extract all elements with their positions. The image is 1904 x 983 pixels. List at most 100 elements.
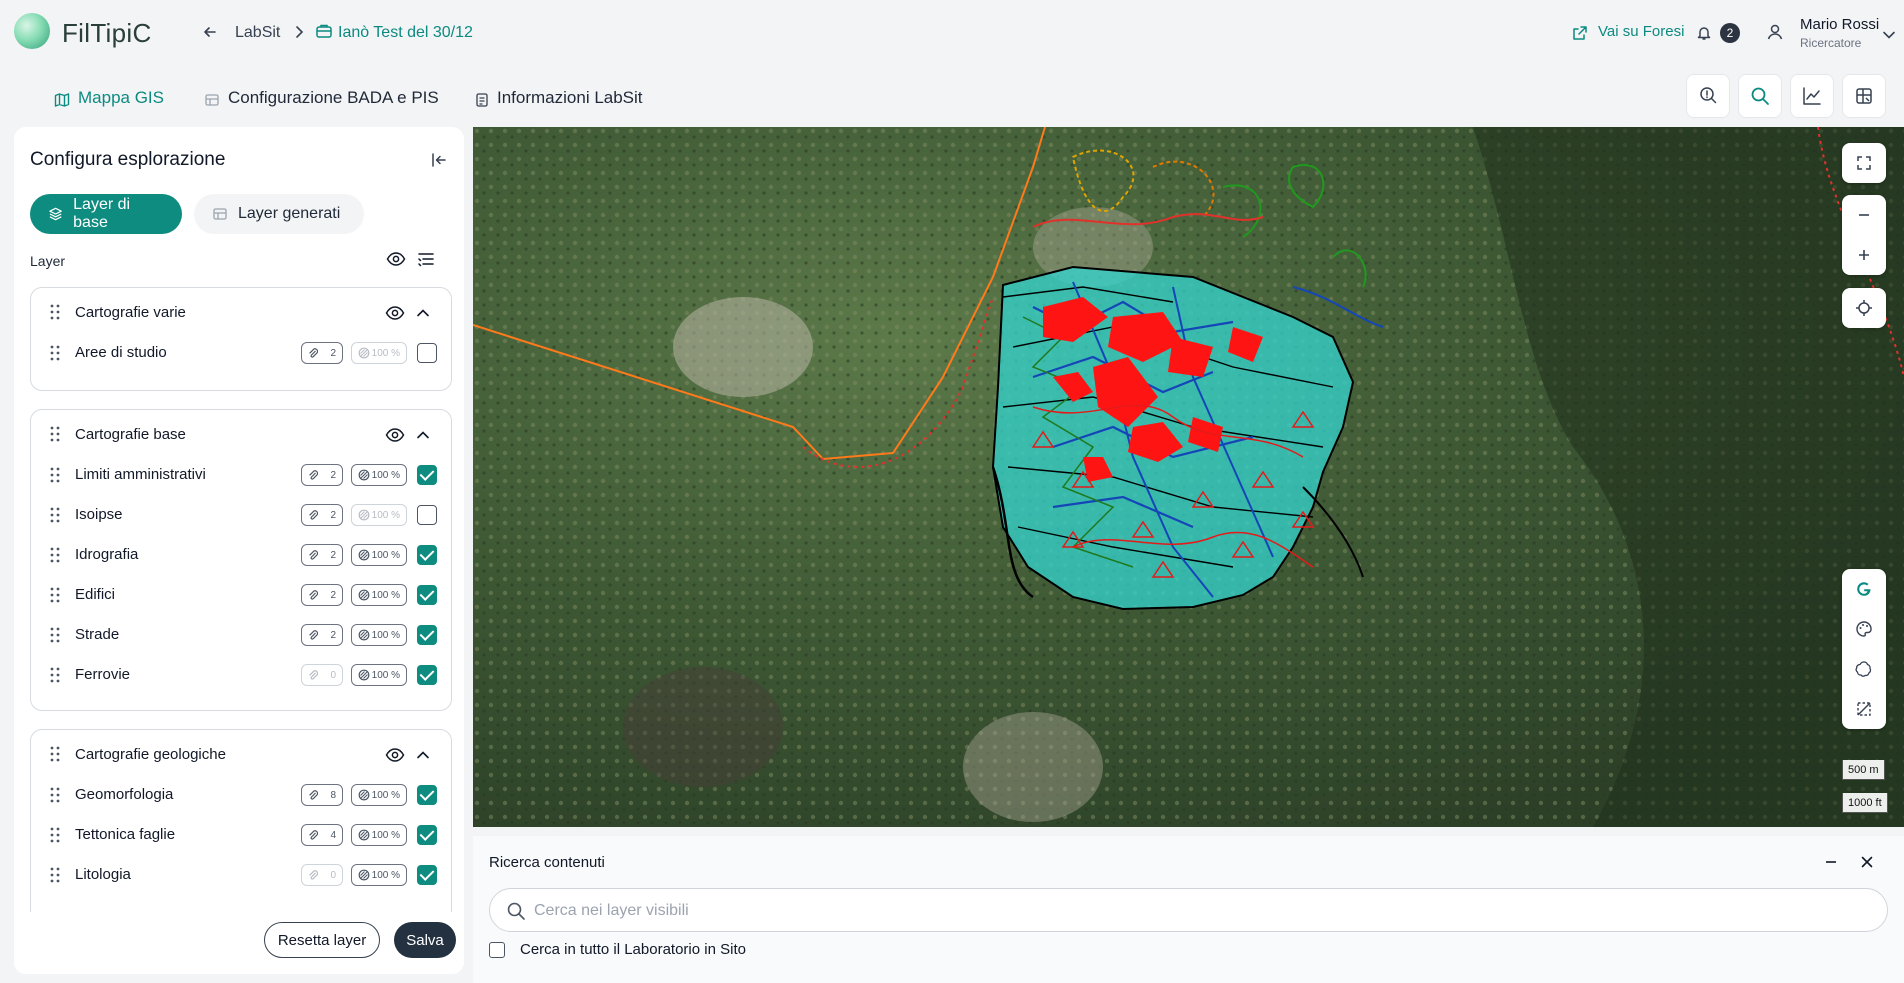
tab-layer-generati[interactable]: Layer generati [194, 194, 364, 234]
group-title: Cartografie varie [75, 304, 186, 321]
zoom-out-icon[interactable] [1842, 195, 1886, 235]
attachments-chip[interactable]: 0 [301, 864, 343, 886]
layer-visibility-checkbox[interactable] [417, 545, 437, 565]
attachments-chip[interactable]: 2 [301, 464, 343, 486]
drag-handle-icon[interactable] [49, 344, 61, 362]
drag-handle-icon[interactable] [49, 745, 61, 763]
layer-info-button[interactable] [1686, 74, 1730, 118]
chevron-up-icon[interactable] [415, 305, 431, 326]
layer-visibility-checkbox[interactable] [417, 585, 437, 605]
attachments-chip[interactable]: 2 [301, 584, 343, 606]
briefcase-icon [315, 22, 333, 40]
drag-handle-icon[interactable] [49, 546, 61, 564]
satellite-map[interactable] [473, 127, 1904, 827]
zoom-in-icon[interactable] [1842, 235, 1886, 275]
fullscreen-icon[interactable] [1842, 143, 1886, 183]
layer-visibility-checkbox[interactable] [417, 785, 437, 805]
paperclip-icon [309, 510, 318, 520]
layer-visibility-checkbox[interactable] [417, 343, 437, 363]
eye-icon[interactable] [386, 251, 406, 272]
opacity-chip[interactable]: 100 % [351, 464, 407, 486]
tab-mappa-gis[interactable]: Mappa GIS [78, 88, 164, 108]
drag-handle-icon[interactable] [49, 666, 61, 684]
palette-icon[interactable] [1842, 609, 1886, 649]
eye-icon[interactable] [385, 747, 405, 768]
top-bar: FilTipiC LabSit Ianò Test del 30/12 Vai … [0, 0, 1904, 66]
chart-tool-button[interactable] [1790, 74, 1834, 118]
chevron-down-icon[interactable] [1882, 26, 1896, 43]
map-canvas[interactable] [473, 127, 1904, 827]
paperclip-icon [309, 550, 318, 560]
eye-icon[interactable] [385, 427, 405, 448]
chevron-up-icon[interactable] [415, 747, 431, 768]
drag-handle-icon[interactable] [49, 826, 61, 844]
external-link[interactable]: Vai su Foresi [1598, 23, 1684, 40]
table-icon [204, 89, 220, 109]
drag-handle-icon[interactable] [49, 506, 61, 524]
opacity-chip[interactable]: 100 % [351, 664, 407, 686]
line-chart-icon [1803, 87, 1821, 105]
ai-assistant-icon[interactable] [1842, 649, 1886, 689]
collapse-sidebar-icon[interactable] [430, 151, 448, 174]
back-arrow-icon[interactable] [202, 23, 218, 41]
drag-handle-icon[interactable] [49, 303, 61, 321]
tab-configurazione[interactable]: Configurazione BADA e PIS [228, 88, 439, 108]
drag-handle-icon[interactable] [49, 425, 61, 443]
drag-handle-icon[interactable] [49, 866, 61, 884]
document-icon [474, 89, 490, 109]
opacity-chip[interactable]: 100 % [351, 624, 407, 646]
search-field[interactable] [489, 888, 1888, 932]
attachments-chip[interactable]: 2 [301, 504, 343, 526]
app-logo[interactable] [14, 13, 50, 49]
search-input[interactable] [534, 899, 1834, 923]
layer-visibility-checkbox[interactable] [417, 825, 437, 845]
opacity-chip[interactable]: 100 % [351, 864, 407, 886]
chevron-up-icon[interactable] [415, 427, 431, 448]
user-icon[interactable] [1765, 22, 1785, 42]
list-settings-icon[interactable] [417, 251, 435, 272]
locate-control[interactable] [1842, 288, 1886, 328]
minimize-icon[interactable] [1823, 854, 1839, 875]
layer-visibility-checkbox[interactable] [417, 505, 437, 525]
drag-handle-icon[interactable] [49, 466, 61, 484]
dashed-selection-icon[interactable] [1842, 689, 1886, 729]
crosshair-icon[interactable] [1842, 288, 1886, 328]
search-all-checkbox[interactable] [489, 942, 505, 958]
drag-handle-icon[interactable] [49, 626, 61, 644]
save-button[interactable]: Salva [394, 922, 456, 958]
opacity-chip[interactable]: 100 % [351, 504, 407, 526]
opacity-chip[interactable]: 100 % [351, 544, 407, 566]
layer-visibility-checkbox[interactable] [417, 665, 437, 685]
layer-visibility-checkbox[interactable] [417, 465, 437, 485]
eye-icon[interactable] [385, 305, 405, 326]
layer-row-label: Limiti amministrativi [75, 466, 206, 483]
tab-informazioni[interactable]: Informazioni LabSit [497, 88, 643, 108]
layer-header-label: Layer [30, 253, 66, 269]
bell-icon[interactable] [1696, 24, 1712, 41]
layer-visibility-checkbox[interactable] [417, 865, 437, 885]
tab-label: Layer di base [73, 196, 131, 231]
reset-layers-button[interactable]: Resetta layer [264, 922, 380, 958]
attachments-chip[interactable]: 4 [301, 824, 343, 846]
breadcrumb-root[interactable]: LabSit [235, 24, 280, 42]
layer-visibility-checkbox[interactable] [417, 625, 437, 645]
opacity-chip[interactable]: 100 % [351, 784, 407, 806]
opacity-chip[interactable]: 100 % [351, 584, 407, 606]
opacity-chip[interactable]: 100 % [351, 824, 407, 846]
close-icon[interactable] [1859, 854, 1875, 875]
attachments-chip[interactable]: 2 [301, 624, 343, 646]
tab-layer-di-base[interactable]: Layer di base [30, 194, 182, 234]
drag-handle-icon[interactable] [49, 586, 61, 604]
attachments-chip[interactable]: 8 [301, 784, 343, 806]
google-basemap-icon[interactable] [1842, 569, 1886, 609]
paperclip-icon [309, 670, 318, 680]
breadcrumb-current[interactable]: Ianò Test del 30/12 [338, 24, 473, 42]
attachments-chip[interactable]: 2 [301, 544, 343, 566]
fullscreen-control[interactable] [1842, 143, 1886, 183]
export-tool-button[interactable] [1842, 74, 1886, 118]
drag-handle-icon[interactable] [49, 786, 61, 804]
opacity-chip[interactable]: 100 % [351, 342, 407, 364]
search-tool-button[interactable] [1738, 74, 1782, 118]
attachments-chip[interactable]: 2 [301, 342, 343, 364]
attachments-chip[interactable]: 0 [301, 664, 343, 686]
